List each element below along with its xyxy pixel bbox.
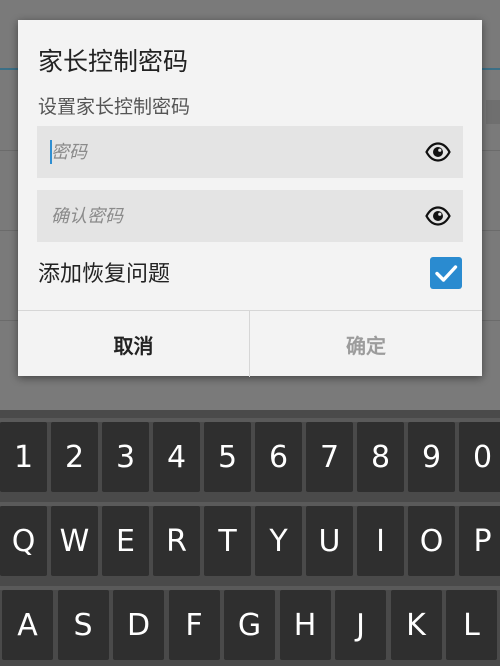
password-input[interactable] — [51, 126, 411, 178]
key-h[interactable]: H — [279, 590, 331, 660]
key-r[interactable]: R — [153, 506, 200, 576]
dialog-title: 家长控制密码 — [38, 47, 189, 76]
keyboard-a-row: ASDFGHJKL — [0, 586, 500, 666]
cancel-button[interactable]: 取消 — [18, 311, 250, 377]
ok-button[interactable]: 确定 — [250, 311, 482, 377]
dialog-subtitle: 设置家长控制密码 — [38, 96, 191, 118]
confirm-password-input[interactable] — [51, 190, 411, 242]
on-screen-keyboard: 1234567890 QWERTYUIOP ASDFGHJKL — [0, 410, 500, 666]
show-password-eye-icon[interactable] — [425, 139, 451, 165]
add-recovery-question-label: 添加恢复问题 — [38, 262, 171, 287]
key-2[interactable]: 2 — [51, 422, 98, 492]
key-i[interactable]: I — [357, 506, 404, 576]
key-w[interactable]: W — [51, 506, 98, 576]
key-6[interactable]: 6 — [255, 422, 302, 492]
key-e[interactable]: E — [102, 506, 149, 576]
key-d[interactable]: D — [113, 590, 164, 660]
key-0[interactable]: 0 — [459, 422, 500, 492]
key-a[interactable]: A — [2, 590, 53, 660]
key-7[interactable]: 7 — [306, 422, 353, 492]
checkmark-icon — [435, 265, 458, 282]
key-s[interactable]: S — [57, 590, 109, 660]
key-g[interactable]: G — [224, 590, 275, 660]
key-5[interactable]: 5 — [204, 422, 251, 492]
key-8[interactable]: 8 — [357, 422, 404, 492]
show-confirm-password-eye-icon[interactable] — [425, 203, 451, 229]
keyboard-number-row: 1234567890 — [0, 418, 500, 498]
key-l[interactable]: L — [446, 590, 497, 660]
confirm-password-field[interactable] — [37, 190, 463, 242]
keyboard-q-row: QWERTYUIOP — [0, 502, 500, 582]
key-o[interactable]: O — [408, 506, 455, 576]
background-side-element — [486, 100, 500, 124]
key-k[interactable]: K — [390, 590, 442, 660]
key-4[interactable]: 4 — [153, 422, 200, 492]
key-q[interactable]: Q — [0, 506, 47, 576]
key-9[interactable]: 9 — [408, 422, 455, 492]
key-t[interactable]: T — [204, 506, 251, 576]
key-1[interactable]: 1 — [0, 422, 47, 492]
key-f[interactable]: F — [168, 590, 220, 660]
password-field[interactable] — [37, 126, 463, 178]
key-y[interactable]: Y — [255, 506, 302, 576]
add-recovery-question-checkbox[interactable] — [430, 257, 462, 289]
dialog-button-bar: 取消 确定 — [18, 310, 482, 377]
key-p[interactable]: P — [459, 506, 500, 576]
key-3[interactable]: 3 — [102, 422, 149, 492]
parental-control-password-dialog: 家长控制密码 设置家长控制密码 添加恢复问题 取消 确定 — [18, 20, 482, 377]
key-u[interactable]: U — [306, 506, 353, 576]
key-j[interactable]: J — [335, 590, 386, 660]
